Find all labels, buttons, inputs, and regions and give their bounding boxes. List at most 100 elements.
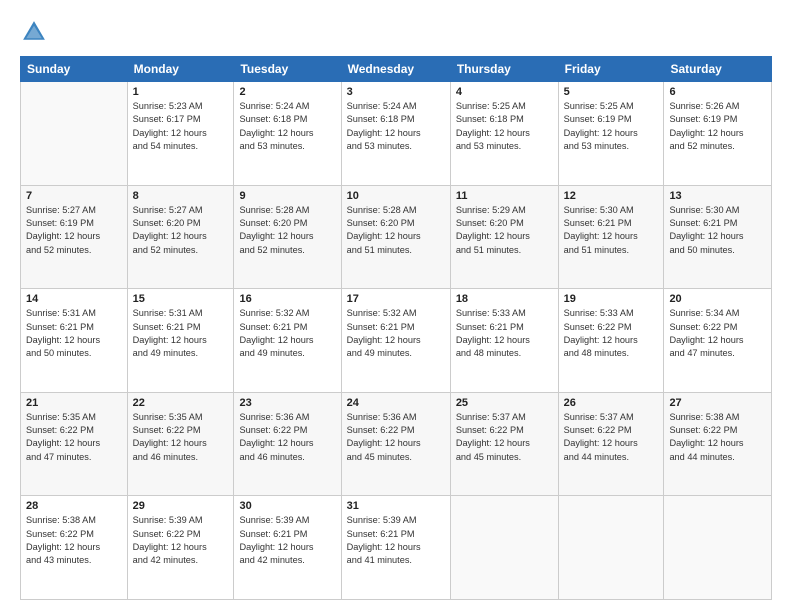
day-number: 4 (456, 86, 553, 98)
day-cell: 27 Sunrise: 5:38 AMSunset: 6:22 PMDayligh… (664, 392, 772, 496)
day-number: 19 (564, 293, 659, 305)
calendar-table: SundayMondayTuesdayWednesdayThursdayFrid… (20, 56, 772, 600)
day-cell: 8Sunrise: 5:27 AMSunset: 6:20 PMDaylight… (127, 185, 234, 289)
day-info: Sunrise: 5:33 AMSunset: 6:22 PMDaylight:… (564, 307, 659, 360)
day-number: 6 (669, 86, 766, 98)
day-cell (450, 496, 558, 600)
calendar-body: 1 Sunrise: 5:23 AMSunset: 6:17 PMDaylight… (21, 82, 772, 600)
day-cell: 5 Sunrise: 5:25 AMSunset: 6:19 PMDaylight… (558, 82, 664, 186)
header (20, 18, 772, 46)
header-row: SundayMondayTuesdayWednesdayThursdayFrid… (21, 57, 772, 82)
page: SundayMondayTuesdayWednesdayThursdayFrid… (0, 0, 792, 612)
day-number: 16 (239, 293, 335, 305)
day-number: 31 (347, 500, 445, 512)
day-info: Sunrise: 5:27 AMSunset: 6:19 PMDaylight:… (26, 204, 122, 257)
day-cell: 4 Sunrise: 5:25 AMSunset: 6:18 PMDaylight… (450, 82, 558, 186)
day-info: Sunrise: 5:31 AMSunset: 6:21 PMDaylight:… (26, 307, 122, 360)
day-info: Sunrise: 5:31 AMSunset: 6:21 PMDaylight:… (133, 307, 229, 360)
day-cell (558, 496, 664, 600)
day-cell: 31 Sunrise: 5:39 AMSunset: 6:21 PMDayligh… (341, 496, 450, 600)
day-number: 10 (347, 190, 445, 202)
day-number: 26 (564, 397, 659, 409)
day-info: Sunrise: 5:24 AMSunset: 6:18 PMDaylight:… (347, 100, 445, 153)
day-number: 23 (239, 397, 335, 409)
day-number: 9 (239, 190, 335, 202)
header-day-saturday: Saturday (664, 57, 772, 82)
day-cell: 23 Sunrise: 5:36 AMSunset: 6:22 PMDayligh… (234, 392, 341, 496)
day-cell: 11 Sunrise: 5:29 AMSunset: 6:20 PMDayligh… (450, 185, 558, 289)
day-info: Sunrise: 5:38 AMSunset: 6:22 PMDaylight:… (26, 514, 122, 567)
week-row-5: 28 Sunrise: 5:38 AMSunset: 6:22 PMDayligh… (21, 496, 772, 600)
day-info: Sunrise: 5:28 AMSunset: 6:20 PMDaylight:… (239, 204, 335, 257)
day-info: Sunrise: 5:29 AMSunset: 6:20 PMDaylight:… (456, 204, 553, 257)
day-number: 27 (669, 397, 766, 409)
day-number: 18 (456, 293, 553, 305)
day-cell: 18Sunrise: 5:33 AMSunset: 6:21 PMDayligh… (450, 289, 558, 393)
day-info: Sunrise: 5:39 AMSunset: 6:21 PMDaylight:… (347, 514, 445, 567)
day-number: 24 (347, 397, 445, 409)
day-cell: 30 Sunrise: 5:39 AMSunset: 6:21 PMDayligh… (234, 496, 341, 600)
header-day-wednesday: Wednesday (341, 57, 450, 82)
header-day-monday: Monday (127, 57, 234, 82)
day-cell: 6 Sunrise: 5:26 AMSunset: 6:19 PMDaylight… (664, 82, 772, 186)
day-info: Sunrise: 5:26 AMSunset: 6:19 PMDaylight:… (669, 100, 766, 153)
header-day-friday: Friday (558, 57, 664, 82)
day-cell: 2 Sunrise: 5:24 AMSunset: 6:18 PMDaylight… (234, 82, 341, 186)
day-cell (664, 496, 772, 600)
day-number: 14 (26, 293, 122, 305)
day-number: 25 (456, 397, 553, 409)
day-number: 11 (456, 190, 553, 202)
day-cell: 10 Sunrise: 5:28 AMSunset: 6:20 PMDayligh… (341, 185, 450, 289)
day-cell: 20Sunrise: 5:34 AMSunset: 6:22 PMDayligh… (664, 289, 772, 393)
day-number: 13 (669, 190, 766, 202)
day-cell: 14 Sunrise: 5:31 AMSunset: 6:21 PMDayligh… (21, 289, 128, 393)
day-info: Sunrise: 5:39 AMSunset: 6:22 PMDaylight:… (133, 514, 229, 567)
day-cell: 28 Sunrise: 5:38 AMSunset: 6:22 PMDayligh… (21, 496, 128, 600)
day-cell: 16 Sunrise: 5:32 AMSunset: 6:21 PMDayligh… (234, 289, 341, 393)
day-cell: 24 Sunrise: 5:36 AMSunset: 6:22 PMDayligh… (341, 392, 450, 496)
logo (20, 18, 50, 46)
day-info: Sunrise: 5:32 AMSunset: 6:21 PMDaylight:… (239, 307, 335, 360)
logo-icon (20, 18, 48, 46)
week-row-1: 1 Sunrise: 5:23 AMSunset: 6:17 PMDaylight… (21, 82, 772, 186)
day-cell: 1 Sunrise: 5:23 AMSunset: 6:17 PMDaylight… (127, 82, 234, 186)
day-number: 17 (347, 293, 445, 305)
day-cell: 29Sunrise: 5:39 AMSunset: 6:22 PMDayligh… (127, 496, 234, 600)
day-info: Sunrise: 5:35 AMSunset: 6:22 PMDaylight:… (133, 411, 229, 464)
day-info: Sunrise: 5:30 AMSunset: 6:21 PMDaylight:… (669, 204, 766, 257)
calendar-header: SundayMondayTuesdayWednesdayThursdayFrid… (21, 57, 772, 82)
day-cell: 19 Sunrise: 5:33 AMSunset: 6:22 PMDayligh… (558, 289, 664, 393)
header-day-sunday: Sunday (21, 57, 128, 82)
day-info: Sunrise: 5:25 AMSunset: 6:19 PMDaylight:… (564, 100, 659, 153)
day-info: Sunrise: 5:25 AMSunset: 6:18 PMDaylight:… (456, 100, 553, 153)
day-cell: 15 Sunrise: 5:31 AMSunset: 6:21 PMDayligh… (127, 289, 234, 393)
day-number: 5 (564, 86, 659, 98)
day-info: Sunrise: 5:34 AMSunset: 6:22 PMDaylight:… (669, 307, 766, 360)
day-cell: 7Sunrise: 5:27 AMSunset: 6:19 PMDaylight… (21, 185, 128, 289)
day-number: 28 (26, 500, 122, 512)
day-number: 21 (26, 397, 122, 409)
day-info: Sunrise: 5:35 AMSunset: 6:22 PMDaylight:… (26, 411, 122, 464)
day-info: Sunrise: 5:28 AMSunset: 6:20 PMDaylight:… (347, 204, 445, 257)
day-info: Sunrise: 5:39 AMSunset: 6:21 PMDaylight:… (239, 514, 335, 567)
day-info: Sunrise: 5:36 AMSunset: 6:22 PMDaylight:… (239, 411, 335, 464)
day-cell: 21 Sunrise: 5:35 AMSunset: 6:22 PMDayligh… (21, 392, 128, 496)
header-day-thursday: Thursday (450, 57, 558, 82)
day-info: Sunrise: 5:38 AMSunset: 6:22 PMDaylight:… (669, 411, 766, 464)
day-number: 30 (239, 500, 335, 512)
day-info: Sunrise: 5:23 AMSunset: 6:17 PMDaylight:… (133, 100, 229, 153)
day-number: 15 (133, 293, 229, 305)
week-row-2: 7Sunrise: 5:27 AMSunset: 6:19 PMDaylight… (21, 185, 772, 289)
day-info: Sunrise: 5:36 AMSunset: 6:22 PMDaylight:… (347, 411, 445, 464)
day-info: Sunrise: 5:24 AMSunset: 6:18 PMDaylight:… (239, 100, 335, 153)
day-number: 22 (133, 397, 229, 409)
day-info: Sunrise: 5:37 AMSunset: 6:22 PMDaylight:… (564, 411, 659, 464)
day-cell: 3Sunrise: 5:24 AMSunset: 6:18 PMDaylight… (341, 82, 450, 186)
week-row-4: 21 Sunrise: 5:35 AMSunset: 6:22 PMDayligh… (21, 392, 772, 496)
day-cell: 13 Sunrise: 5:30 AMSunset: 6:21 PMDayligh… (664, 185, 772, 289)
day-info: Sunrise: 5:30 AMSunset: 6:21 PMDaylight:… (564, 204, 659, 257)
day-info: Sunrise: 5:32 AMSunset: 6:21 PMDaylight:… (347, 307, 445, 360)
day-number: 2 (239, 86, 335, 98)
day-cell: 25Sunrise: 5:37 AMSunset: 6:22 PMDayligh… (450, 392, 558, 496)
day-number: 1 (133, 86, 229, 98)
